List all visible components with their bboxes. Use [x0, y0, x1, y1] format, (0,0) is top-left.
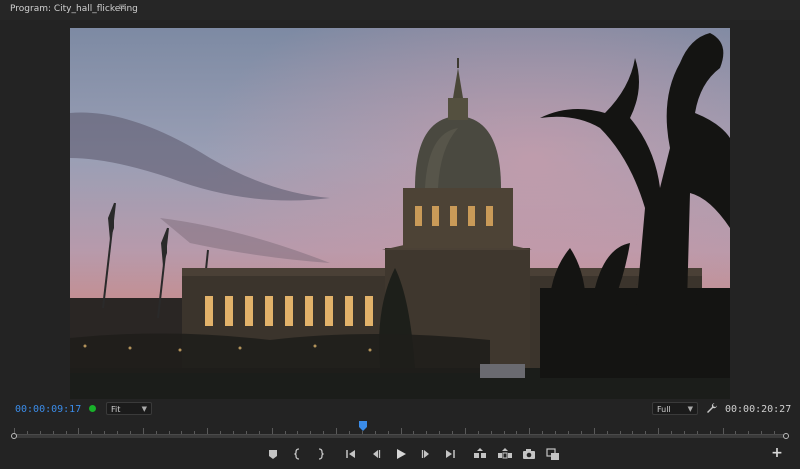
zoom-scrollbar[interactable]: [11, 433, 789, 439]
playback-resolution-value: Full: [657, 405, 671, 414]
wrench-icon[interactable]: [706, 402, 718, 414]
panel-header: Program: City_hall_flickering ≡: [0, 0, 800, 20]
playback-resolution-dropdown[interactable]: Full ▼: [652, 402, 698, 415]
go-to-out-icon[interactable]: [442, 446, 458, 462]
mark-in-icon[interactable]: [290, 446, 306, 462]
camera-icon[interactable]: [521, 446, 537, 462]
play-icon[interactable]: [393, 446, 409, 462]
hamburger-icon[interactable]: ≡: [118, 2, 126, 13]
lift-icon[interactable]: [472, 446, 488, 462]
step-back-icon[interactable]: [368, 446, 384, 462]
zoom-level-dropdown[interactable]: Fit ▼: [106, 402, 152, 415]
zoom-level-value: Fit: [111, 405, 121, 414]
scrollbar-handle-right[interactable]: [783, 433, 789, 439]
scrollbar-handle-left[interactable]: [11, 433, 17, 439]
program-monitor-frame[interactable]: [70, 28, 730, 399]
scrollbar-track: [14, 435, 787, 438]
marker-icon[interactable]: [265, 446, 281, 462]
button-editor-add-icon[interactable]: +: [770, 446, 784, 460]
go-to-in-icon[interactable]: [343, 446, 359, 462]
video-frame-image: [70, 28, 730, 399]
mark-out-icon[interactable]: [312, 446, 328, 462]
status-dot: [89, 405, 96, 412]
playhead[interactable]: [359, 421, 368, 431]
comparison-icon[interactable]: [545, 446, 561, 462]
transport-controls: [260, 446, 570, 462]
step-forward-icon[interactable]: [418, 446, 434, 462]
chevron-down-icon: ▼: [687, 405, 693, 413]
duration-timecode: 00:00:20:27: [725, 404, 792, 415]
chevron-down-icon: ▼: [141, 405, 147, 413]
current-timecode[interactable]: 00:00:09:17: [15, 404, 81, 415]
extract-icon[interactable]: [497, 446, 513, 462]
